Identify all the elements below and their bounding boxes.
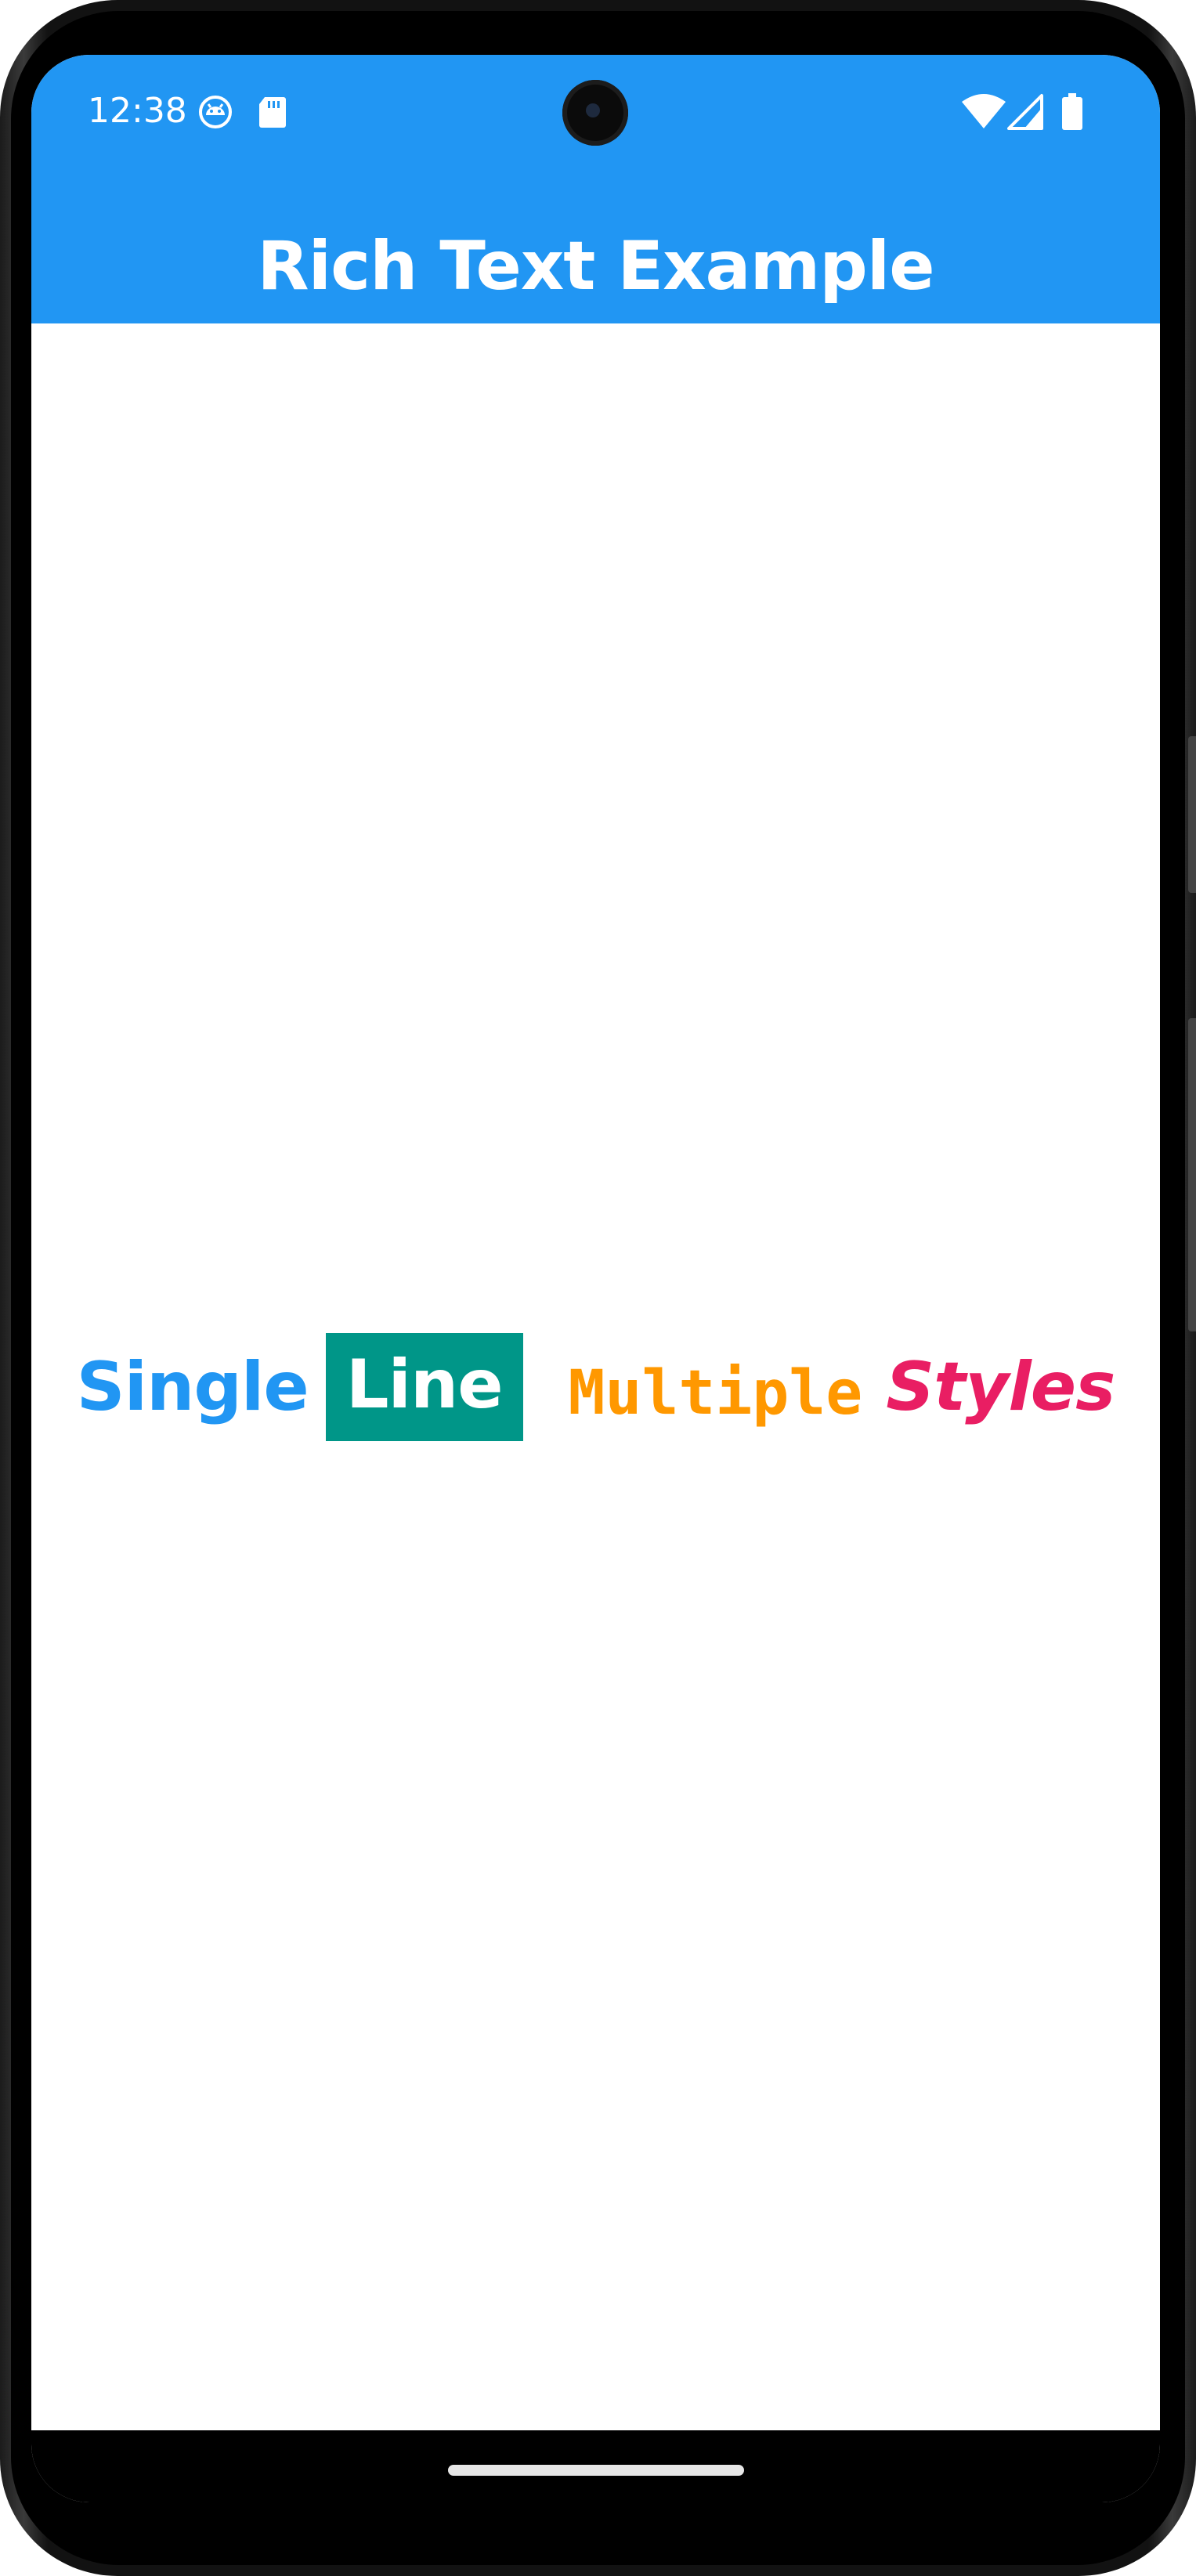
rich-text-line: Single Line Multiple Styles [31, 1324, 1160, 1450]
rich-text-segment-line: Line [325, 1333, 523, 1441]
rich-text-segment-styles: Styles [886, 1348, 1115, 1426]
rich-text-segment-single: Single [76, 1348, 309, 1426]
sd-card-icon [257, 94, 293, 130]
wifi-icon [960, 92, 1007, 132]
android-debug-icon [197, 94, 233, 130]
rich-text-segment-multiple: Multiple [568, 1358, 863, 1429]
power-button [1188, 736, 1196, 893]
battery-icon [1061, 92, 1084, 132]
status-time: 12:38 [88, 91, 187, 131]
cellular-signal-icon [1007, 92, 1045, 132]
home-indicator[interactable] [448, 2465, 744, 2476]
app-bar: 12:38 Rich Text Example [31, 55, 1160, 323]
front-camera [562, 80, 628, 146]
status-bar: 12:38 [31, 55, 1160, 168]
navigation-bar [31, 2430, 1160, 2502]
device-frame: 12:38 Rich Text Example Single Line Mult… [0, 0, 1196, 2576]
phone-screen: 12:38 Rich Text Example Single Line Mult… [31, 55, 1160, 2502]
volume-button [1188, 1018, 1196, 1331]
app-title: Rich Text Example [257, 227, 934, 305]
